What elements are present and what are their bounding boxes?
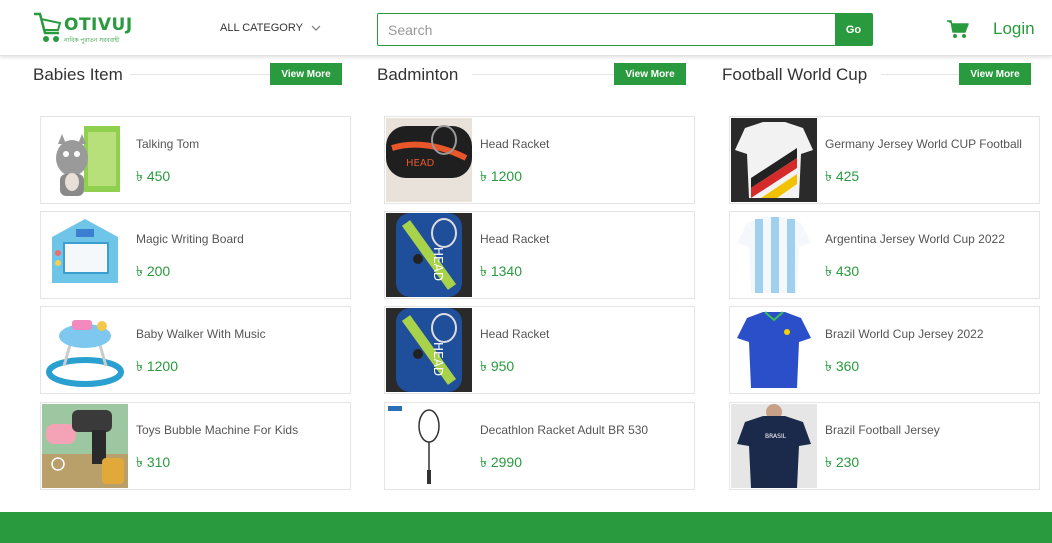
product-card[interactable]: Magic Writing Board ৳ 200 xyxy=(40,211,351,299)
product-card[interactable]: HEAD Head Racket ৳ 950 xyxy=(384,306,695,394)
product-name[interactable]: Head Racket xyxy=(480,327,549,341)
product-price: ৳ 450 xyxy=(136,168,171,184)
product-price: ৳ 310 xyxy=(136,454,171,470)
section-title: Babies Item xyxy=(33,65,129,85)
germany-jersey-image[interactable] xyxy=(731,118,817,202)
product-name[interactable]: Talking Tom xyxy=(136,137,199,151)
product-card[interactable]: Decathlon Racket Adult BR 530 ৳ 2990 xyxy=(384,402,695,490)
product-price: ৳ 1200 xyxy=(136,358,179,374)
product-name[interactable]: Brazil Football Jersey xyxy=(825,423,940,437)
product-card[interactable]: Talking Tom ৳ 450 xyxy=(40,116,351,204)
section-title: Badminton xyxy=(377,65,465,85)
product-name[interactable]: Argentina Jersey World Cup 2022 xyxy=(825,232,1005,246)
product-card[interactable]: Baby Walker With Music ৳ 1200 xyxy=(40,306,351,394)
product-price: ৳ 360 xyxy=(825,358,860,374)
search-go-button[interactable]: Go xyxy=(835,14,872,45)
magic-writing-board-image[interactable] xyxy=(42,213,128,297)
section-header: Football World Cup View More xyxy=(722,62,1041,86)
view-more-button[interactable]: View More xyxy=(959,63,1031,85)
search-bar: Go xyxy=(377,13,873,46)
svg-text:HEAD: HEAD xyxy=(406,158,435,169)
svg-text:HEAD: HEAD xyxy=(431,247,445,281)
head-racket-blue-image[interactable]: HEAD xyxy=(386,308,472,392)
category-label: ALL CATEGORY xyxy=(220,22,303,34)
product-card[interactable]: Toys Bubble Machine For Kids ৳ 310 xyxy=(40,402,351,490)
product-name[interactable]: Germany Jersey World CUP Football xyxy=(825,137,1022,151)
product-card[interactable]: Argentina Jersey World Cup 2022 ৳ 430 xyxy=(729,211,1040,299)
product-card[interactable]: Brazil World Cup Jersey 2022 ৳ 360 xyxy=(729,306,1040,394)
product-price: ৳ 425 xyxy=(825,168,860,184)
login-link[interactable]: Login xyxy=(993,19,1035,39)
section-divider xyxy=(130,74,292,75)
head-racket-blue-image[interactable]: HEAD xyxy=(386,213,472,297)
search-input[interactable] xyxy=(378,14,836,45)
svg-text:BRASIL: BRASIL xyxy=(765,433,787,440)
section-badminton: Badminton View More HEAD Head Racket ৳ 1… xyxy=(377,62,696,490)
brazil-navy-jersey-image[interactable]: BRASIL xyxy=(731,404,817,488)
view-more-button[interactable]: View More xyxy=(270,63,342,85)
shopping-cart-icon[interactable] xyxy=(947,19,969,39)
product-price: ৳ 950 xyxy=(480,358,515,374)
brand-logo[interactable]: OTIVUJ নাবিক পুরাতন সরবরাহী xyxy=(32,11,142,47)
section-title: Football World Cup xyxy=(722,65,874,85)
product-name[interactable]: Head Racket xyxy=(480,232,549,246)
brazil-blue-jersey-image[interactable] xyxy=(731,308,817,392)
product-card[interactable]: Germany Jersey World CUP Football ৳ 425 xyxy=(729,116,1040,204)
section-divider xyxy=(472,74,636,75)
product-price: ৳ 1340 xyxy=(480,263,523,279)
product-card[interactable]: BRASIL Brazil Football Jersey ৳ 230 xyxy=(729,402,1040,490)
site-footer xyxy=(0,512,1052,543)
product-card[interactable]: HEAD Head Racket ৳ 1200 xyxy=(384,116,695,204)
product-card[interactable]: HEAD Head Racket ৳ 1340 xyxy=(384,211,695,299)
all-category-dropdown[interactable]: ALL CATEGORY xyxy=(220,22,321,34)
product-price: ৳ 2990 xyxy=(480,454,523,470)
product-name[interactable]: Toys Bubble Machine For Kids xyxy=(136,423,298,437)
section-header: Babies Item View More xyxy=(33,62,352,86)
section-football-world-cup: Football World Cup View More Germany Jer… xyxy=(722,62,1041,490)
logo-cart-icon xyxy=(34,12,62,42)
product-price: ৳ 430 xyxy=(825,263,860,279)
product-price: ৳ 1200 xyxy=(480,168,523,184)
product-name[interactable]: Baby Walker With Music xyxy=(136,327,266,341)
product-price: ৳ 200 xyxy=(136,263,171,279)
section-babies-item: Babies Item View More Talking Tom ৳ 450 … xyxy=(33,62,352,490)
product-name[interactable]: Brazil World Cup Jersey 2022 xyxy=(825,327,984,341)
view-more-button[interactable]: View More xyxy=(614,63,686,85)
section-header: Badminton View More xyxy=(377,62,696,86)
head-racket-bag-image[interactable]: HEAD xyxy=(386,118,472,202)
argentina-jersey-image[interactable] xyxy=(731,213,817,297)
site-header: OTIVUJ নাবিক পুরাতন সরবরাহী ALL CATEGORY… xyxy=(0,0,1052,56)
product-name[interactable]: Decathlon Racket Adult BR 530 xyxy=(480,423,648,437)
svg-text:HEAD: HEAD xyxy=(431,342,445,376)
brand-tagline: নাবিক পুরাতন সরবরাহী xyxy=(64,38,120,44)
baby-walker-image[interactable] xyxy=(42,308,128,392)
product-name[interactable]: Magic Writing Board xyxy=(136,232,244,246)
chevron-down-icon xyxy=(311,25,321,31)
talking-tom-image[interactable] xyxy=(42,118,128,202)
product-name[interactable]: Head Racket xyxy=(480,137,549,151)
decathlon-racket-image[interactable] xyxy=(386,404,472,488)
bubble-machine-image[interactable] xyxy=(42,404,128,488)
product-price: ৳ 230 xyxy=(825,454,860,470)
brand-name: OTIVUJ xyxy=(64,15,133,35)
